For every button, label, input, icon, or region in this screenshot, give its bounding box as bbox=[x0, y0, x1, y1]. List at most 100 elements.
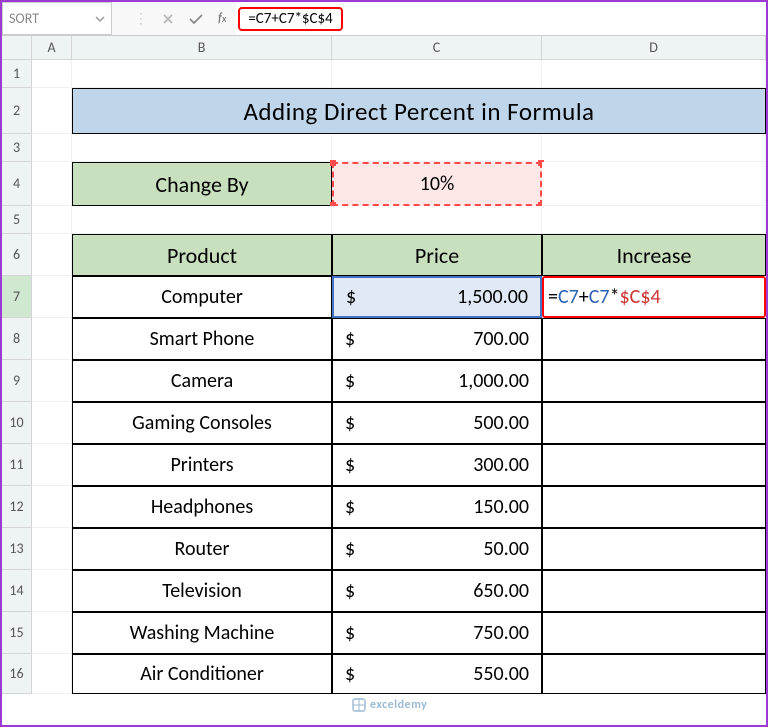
row-header-8[interactable]: 8 bbox=[2, 318, 32, 360]
row-header-2[interactable]: 2 bbox=[2, 88, 32, 134]
increase-cell[interactable] bbox=[542, 360, 766, 402]
row-header-5[interactable]: 5 bbox=[2, 206, 32, 234]
product-cell[interactable]: Camera bbox=[72, 360, 332, 402]
col-header-A[interactable]: A bbox=[32, 36, 72, 60]
row-header-10[interactable]: 10 bbox=[2, 402, 32, 444]
cell-D5[interactable] bbox=[542, 206, 766, 234]
product-cell[interactable]: Washing Machine bbox=[72, 612, 332, 654]
product-cell[interactable]: Smart Phone bbox=[72, 318, 332, 360]
formula-input[interactable]: =C7+C7*$C$4 bbox=[236, 2, 766, 35]
increase-header-cell[interactable]: Increase bbox=[542, 234, 766, 276]
name-box[interactable]: SORT bbox=[2, 2, 112, 35]
price-header: Price bbox=[415, 242, 459, 269]
product-name: Camera bbox=[171, 369, 233, 393]
spreadsheet-grid[interactable]: A B C D 1 2 Adding Direct Percent in For… bbox=[2, 36, 766, 694]
product-cell[interactable]: Gaming Consoles bbox=[72, 402, 332, 444]
price-header-cell[interactable]: Price bbox=[332, 234, 542, 276]
formula-ref: C7 bbox=[558, 285, 579, 309]
price-cell[interactable]: $650.00 bbox=[332, 570, 542, 612]
row-header-6[interactable]: 6 bbox=[2, 234, 32, 276]
price-cell-selected[interactable]: $ 1,500.00 bbox=[332, 276, 542, 318]
formula-star: * bbox=[610, 285, 620, 309]
price-cell[interactable]: $150.00 bbox=[332, 486, 542, 528]
increase-cell[interactable] bbox=[542, 570, 766, 612]
price-value: 500.00 bbox=[365, 411, 529, 435]
price-cell[interactable]: $500.00 bbox=[332, 402, 542, 444]
row-header-7[interactable]: 7 bbox=[2, 276, 32, 318]
cell-C3[interactable] bbox=[332, 134, 542, 162]
product-cell[interactable]: Headphones bbox=[72, 486, 332, 528]
cancel-formula-button[interactable] bbox=[162, 13, 174, 25]
cell-B3[interactable] bbox=[72, 134, 332, 162]
col-header-B[interactable]: B bbox=[72, 36, 332, 60]
row-header-14[interactable]: 14 bbox=[2, 570, 32, 612]
product-cell[interactable]: Printers bbox=[72, 444, 332, 486]
product-cell[interactable]: Television bbox=[72, 570, 332, 612]
increase-cell[interactable] bbox=[542, 486, 766, 528]
change-by-label-cell[interactable]: Change By bbox=[72, 162, 332, 206]
watermark: exceldemy bbox=[352, 698, 427, 712]
price-cell[interactable]: $550.00 bbox=[332, 654, 542, 694]
fx-icon[interactable]: fx bbox=[218, 11, 226, 26]
price-cell[interactable]: $300.00 bbox=[332, 444, 542, 486]
cell-A1[interactable] bbox=[32, 60, 72, 88]
price-cell[interactable]: $50.00 bbox=[332, 528, 542, 570]
cell-D1[interactable] bbox=[542, 60, 766, 88]
name-box-dropdown-icon[interactable] bbox=[95, 14, 105, 24]
row-header-1[interactable]: 1 bbox=[2, 60, 32, 88]
cell-A11[interactable] bbox=[32, 444, 72, 486]
col-header-D[interactable]: D bbox=[542, 36, 766, 60]
increase-cell[interactable] bbox=[542, 444, 766, 486]
cell-A16[interactable] bbox=[32, 654, 72, 694]
cell-C1[interactable] bbox=[332, 60, 542, 88]
change-by-value-cell[interactable]: 10% bbox=[332, 162, 542, 206]
price-cell[interactable]: $1,000.00 bbox=[332, 360, 542, 402]
increase-cell[interactable] bbox=[542, 654, 766, 694]
product-cell[interactable]: Air Conditioner bbox=[72, 654, 332, 694]
price-cell[interactable]: $750.00 bbox=[332, 612, 542, 654]
price-value: 1,500.00 bbox=[366, 285, 528, 309]
row-header-11[interactable]: 11 bbox=[2, 444, 32, 486]
cell-A9[interactable] bbox=[32, 360, 72, 402]
select-all-corner[interactable] bbox=[2, 36, 32, 60]
currency-symbol: $ bbox=[346, 285, 366, 309]
cell-A12[interactable] bbox=[32, 486, 72, 528]
cell-D3[interactable] bbox=[542, 134, 766, 162]
cell-A4[interactable] bbox=[32, 162, 72, 206]
product-name: Printers bbox=[170, 453, 233, 477]
increase-cell[interactable] bbox=[542, 612, 766, 654]
product-cell[interactable]: Computer bbox=[72, 276, 332, 318]
col-header-C[interactable]: C bbox=[332, 36, 542, 60]
increase-cell[interactable] bbox=[542, 402, 766, 444]
price-cell[interactable]: $700.00 bbox=[332, 318, 542, 360]
increase-cell[interactable] bbox=[542, 318, 766, 360]
cell-A5[interactable] bbox=[32, 206, 72, 234]
row-header-4[interactable]: 4 bbox=[2, 162, 32, 206]
cell-A8[interactable] bbox=[32, 318, 72, 360]
cell-A10[interactable] bbox=[32, 402, 72, 444]
product-cell[interactable]: Router bbox=[72, 528, 332, 570]
cell-A6[interactable] bbox=[32, 234, 72, 276]
cell-A15[interactable] bbox=[32, 612, 72, 654]
row-header-15[interactable]: 15 bbox=[2, 612, 32, 654]
increase-cell[interactable] bbox=[542, 528, 766, 570]
accept-formula-button[interactable] bbox=[188, 13, 204, 25]
row-header-16[interactable]: 16 bbox=[2, 654, 32, 694]
product-header-cell[interactable]: Product bbox=[72, 234, 332, 276]
cell-A3[interactable] bbox=[32, 134, 72, 162]
formula-plus: + bbox=[579, 285, 589, 309]
cell-A14[interactable] bbox=[32, 570, 72, 612]
row-header-9[interactable]: 9 bbox=[2, 360, 32, 402]
cell-B1[interactable] bbox=[72, 60, 332, 88]
cell-D4[interactable] bbox=[542, 162, 766, 206]
row-header-3[interactable]: 3 bbox=[2, 134, 32, 162]
cell-A13[interactable] bbox=[32, 528, 72, 570]
row-header-13[interactable]: 13 bbox=[2, 528, 32, 570]
cell-A7[interactable] bbox=[32, 276, 72, 318]
cell-A2[interactable] bbox=[32, 88, 72, 134]
cell-B5[interactable] bbox=[72, 206, 332, 234]
cell-C5[interactable] bbox=[332, 206, 542, 234]
row-header-12[interactable]: 12 bbox=[2, 486, 32, 528]
increase-cell-editing[interactable]: =C7+C7*$C$4 bbox=[542, 276, 766, 318]
title-cell[interactable]: Adding Direct Percent in Formula bbox=[72, 88, 766, 134]
